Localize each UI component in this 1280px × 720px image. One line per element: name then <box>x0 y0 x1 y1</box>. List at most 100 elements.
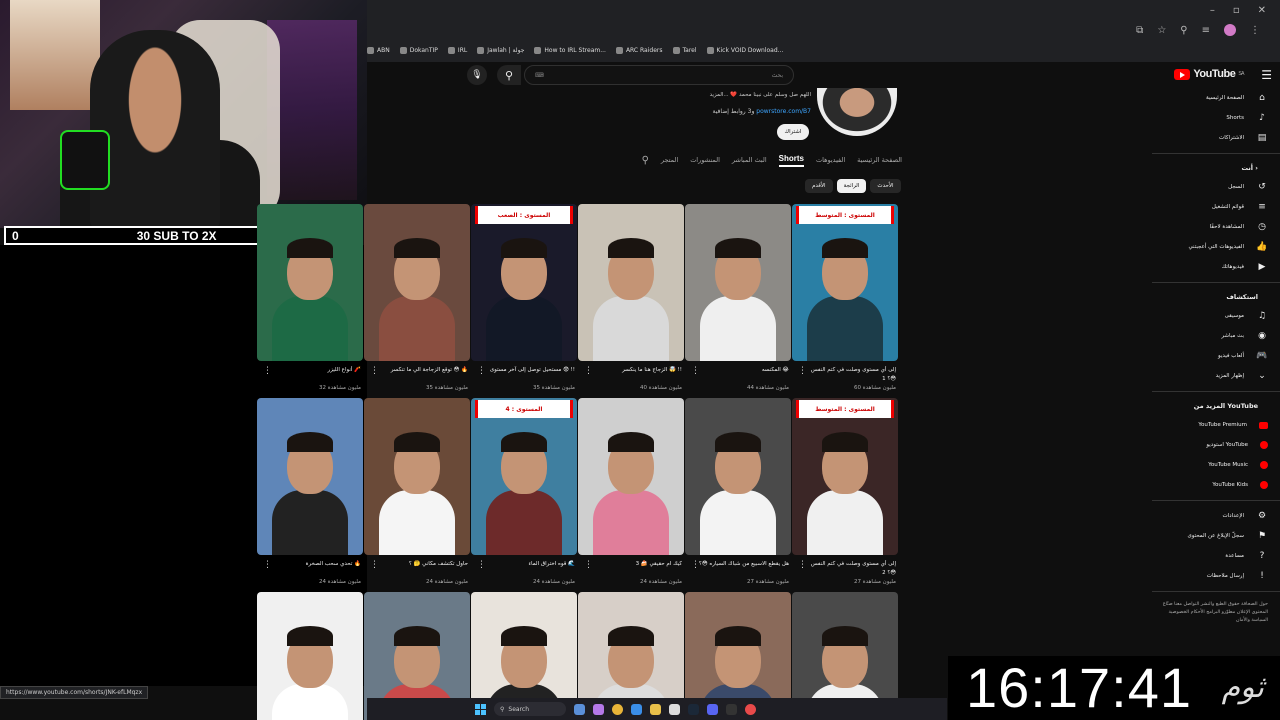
widgets-icon[interactable] <box>574 703 585 715</box>
short-title[interactable]: حاول تكتشف مكاني 🤔 ؟ <box>364 560 470 578</box>
short-title[interactable]: إلى أي مستوى وصلت في كتم النفس 😳؟ 2 <box>792 560 898 578</box>
sidebar-section-heading[interactable]: أنت › <box>1152 159 1280 177</box>
steam-icon[interactable] <box>688 703 699 715</box>
tab-2[interactable]: Shorts <box>778 154 804 167</box>
sidebar-item[interactable]: السجل ↺ <box>1152 177 1280 197</box>
search-button[interactable]: ⚲ <box>497 65 521 85</box>
short-thumbnail[interactable] <box>578 204 684 361</box>
short-title[interactable]: أنواع الليزر 🧨 <box>257 366 363 384</box>
extensions-icon[interactable]: ⚲ <box>1180 25 1187 36</box>
short-card[interactable]: هل يقطع الاسبيع من شباك السياره 😳؟ 27 ملي… <box>685 398 791 585</box>
short-thumbnail[interactable]: المستوى : الصعب <box>471 204 577 361</box>
sidebar-section-heading[interactable]: المزيد من YouTube <box>1152 397 1280 415</box>
subscribe-button[interactable]: اشتراك <box>777 124 809 140</box>
reading-list-icon[interactable]: ≡ <box>1202 25 1210 36</box>
sidebar-item[interactable]: فيديوهاتك ▶ <box>1152 257 1280 277</box>
more-options-icon[interactable]: ⋮ <box>370 366 379 376</box>
menu-icon[interactable]: ☰ <box>1261 68 1272 82</box>
short-card[interactable]: المستوى : الصعب مستحيل توصل إلى آخر مستوى… <box>471 204 577 391</box>
tab-4[interactable]: المنشورات <box>690 156 720 164</box>
sidebar-item[interactable]: الإعدادات ⚙ <box>1152 506 1280 526</box>
sidebar-item[interactable]: المشاهدة لاحقًا ◷ <box>1152 217 1280 237</box>
voice-search-icon[interactable]: 🎙 <box>467 65 487 85</box>
chip-2[interactable]: الأقدم <box>805 179 833 193</box>
app-icon[interactable] <box>745 703 756 715</box>
tabs-search-icon[interactable]: ⚲ <box>642 155 649 166</box>
short-card[interactable]: أنواع الليزر 🧨 32 مليون مشاهدة ⋮ <box>257 204 363 391</box>
short-thumbnail[interactable] <box>685 398 791 555</box>
short-thumbnail[interactable] <box>257 592 363 720</box>
sidebar-item[interactable]: سجلّ الإبلاغ عن المحتوى ⚑ <box>1152 526 1280 546</box>
short-title[interactable]: تحدي سحب الصخرة 🔥 <box>257 560 363 578</box>
short-thumbnail[interactable] <box>364 204 470 361</box>
more-options-icon[interactable]: ⋮ <box>584 560 593 570</box>
short-card[interactable]: كيك ام حقيقي 🍰 3 24 مليون مشاهدة ⋮ <box>578 398 684 585</box>
bookmark-item[interactable]: ARC Raiders <box>615 46 663 54</box>
windows-start-icon[interactable] <box>475 703 486 715</box>
sidebar-item[interactable]: مساعدة? <box>1152 546 1280 566</box>
sidebar-footer-links[interactable]: حول الصحافة حقوق الطبع والنشر التواصل مع… <box>1152 597 1280 625</box>
short-title[interactable]: الزجاج هنا ما ينكسر 🤯 !! <box>578 366 684 384</box>
more-options-icon[interactable]: ⋮ <box>263 366 272 376</box>
short-card[interactable]: المكنسه 😂 44 مليون مشاهدة ⋮ <box>685 204 791 391</box>
minimize-icon[interactable]: – <box>1210 5 1215 16</box>
maximize-icon[interactable]: ▫ <box>1233 5 1240 16</box>
sidebar-section-heading[interactable]: استكشاف <box>1152 288 1280 306</box>
bookmark-item[interactable]: DokanTIP <box>399 46 438 54</box>
tab-3[interactable]: البث المباشر <box>732 156 767 164</box>
short-thumbnail[interactable] <box>685 204 791 361</box>
short-title[interactable]: هل يقطع الاسبيع من شباك السياره 😳؟ <box>685 560 791 578</box>
sidebar-item[interactable]: YouTube Music <box>1152 455 1280 475</box>
search-input[interactable]: ⌨ بحث <box>524 65 794 85</box>
more-options-icon[interactable]: ⋮ <box>798 366 807 376</box>
tab-1[interactable]: الفيديوهات <box>816 156 845 164</box>
more-options-icon[interactable]: ⋮ <box>691 366 700 376</box>
sidebar-item[interactable]: استوديو YouTube <box>1152 435 1280 455</box>
sidebar-item[interactable]: إظهار المزيد ⌄ <box>1152 366 1280 386</box>
sidebar-item[interactable]: Shorts ♪ <box>1152 108 1280 128</box>
short-title[interactable]: مستحيل توصل إلى آخر مستوى 😨 !! <box>471 366 577 384</box>
store-icon[interactable] <box>669 703 680 715</box>
sidebar-item[interactable]: الصفحة الرئيسية ⌂ <box>1152 88 1280 108</box>
bookmark-item[interactable]: IRL <box>447 46 467 54</box>
sidebar-item[interactable]: الاشتراكات ▤ <box>1152 128 1280 148</box>
bookmark-item[interactable]: Jawlah | جولة <box>477 46 524 54</box>
sidebar-item[interactable]: موسيقى ♫ <box>1152 306 1280 326</box>
short-card[interactable]: حاول تكتشف مكاني 🤔 ؟ 24 مليون مشاهدة ⋮ <box>364 398 470 585</box>
short-title[interactable]: كيك ام حقيقي 🍰 3 <box>578 560 684 578</box>
short-thumbnail[interactable] <box>257 204 363 361</box>
more-menu-icon[interactable]: ⋮ <box>1250 25 1260 36</box>
channel-link[interactable]: powrstore.com/B7 <box>756 108 811 115</box>
obs-icon[interactable] <box>726 703 737 715</box>
chrome-icon[interactable] <box>612 703 623 715</box>
more-options-icon[interactable]: ⋮ <box>477 366 486 376</box>
bookmark-item[interactable]: Tarel <box>672 46 697 54</box>
chip-0[interactable]: الأحدث <box>870 179 901 193</box>
sidebar-item[interactable]: ألعاب فيديو 🎮 <box>1152 346 1280 366</box>
keyboard-icon[interactable]: ⌨ <box>535 72 544 79</box>
sidebar-item[interactable]: بث مباشر ◉ <box>1152 326 1280 346</box>
short-card[interactable]: المستوى : المتوسط إلى أي مستوى وصلت في كت… <box>792 398 898 585</box>
short-title[interactable]: المكنسه 😂 <box>685 366 791 384</box>
youtube-logo[interactable]: YouTube SA <box>1174 68 1244 80</box>
bookmark-item[interactable]: ABN <box>367 46 390 54</box>
tab-0[interactable]: الصفحة الرئيسية <box>857 156 902 164</box>
short-title[interactable]: قوه اختراق الماء 🌊 <box>471 560 577 578</box>
short-thumbnail[interactable] <box>578 398 684 555</box>
edge-icon[interactable] <box>631 703 642 715</box>
short-thumbnail[interactable]: المستوى : المتوسط <box>792 398 898 555</box>
sidebar-item[interactable]: الفيديوهات التي أعجبتني 👍 <box>1152 237 1280 257</box>
short-card[interactable]: المستوى : المتوسط إلى أي مستوى وصلت في كت… <box>792 204 898 391</box>
sidebar-item[interactable]: YouTube Kids <box>1152 475 1280 495</box>
more-options-icon[interactable]: ⋮ <box>691 560 700 570</box>
short-title[interactable]: توقع الزجاجة الي ما تنكسر 😳 🔥 <box>364 366 470 384</box>
short-card[interactable] <box>257 592 363 720</box>
more-options-icon[interactable]: ⋮ <box>584 366 593 376</box>
sidebar-item[interactable]: YouTube Premium <box>1152 415 1280 435</box>
more-options-icon[interactable]: ⋮ <box>798 560 807 570</box>
bookmark-item[interactable]: How to IRL Stream... <box>534 46 606 54</box>
short-thumbnail[interactable]: المستوى : المتوسط <box>792 204 898 361</box>
channel-links[interactable]: و3 روابط إضافية powrstore.com/B7 <box>667 108 811 115</box>
cast-icon[interactable]: ⧉ <box>1136 25 1143 36</box>
short-thumbnail[interactable] <box>364 398 470 555</box>
